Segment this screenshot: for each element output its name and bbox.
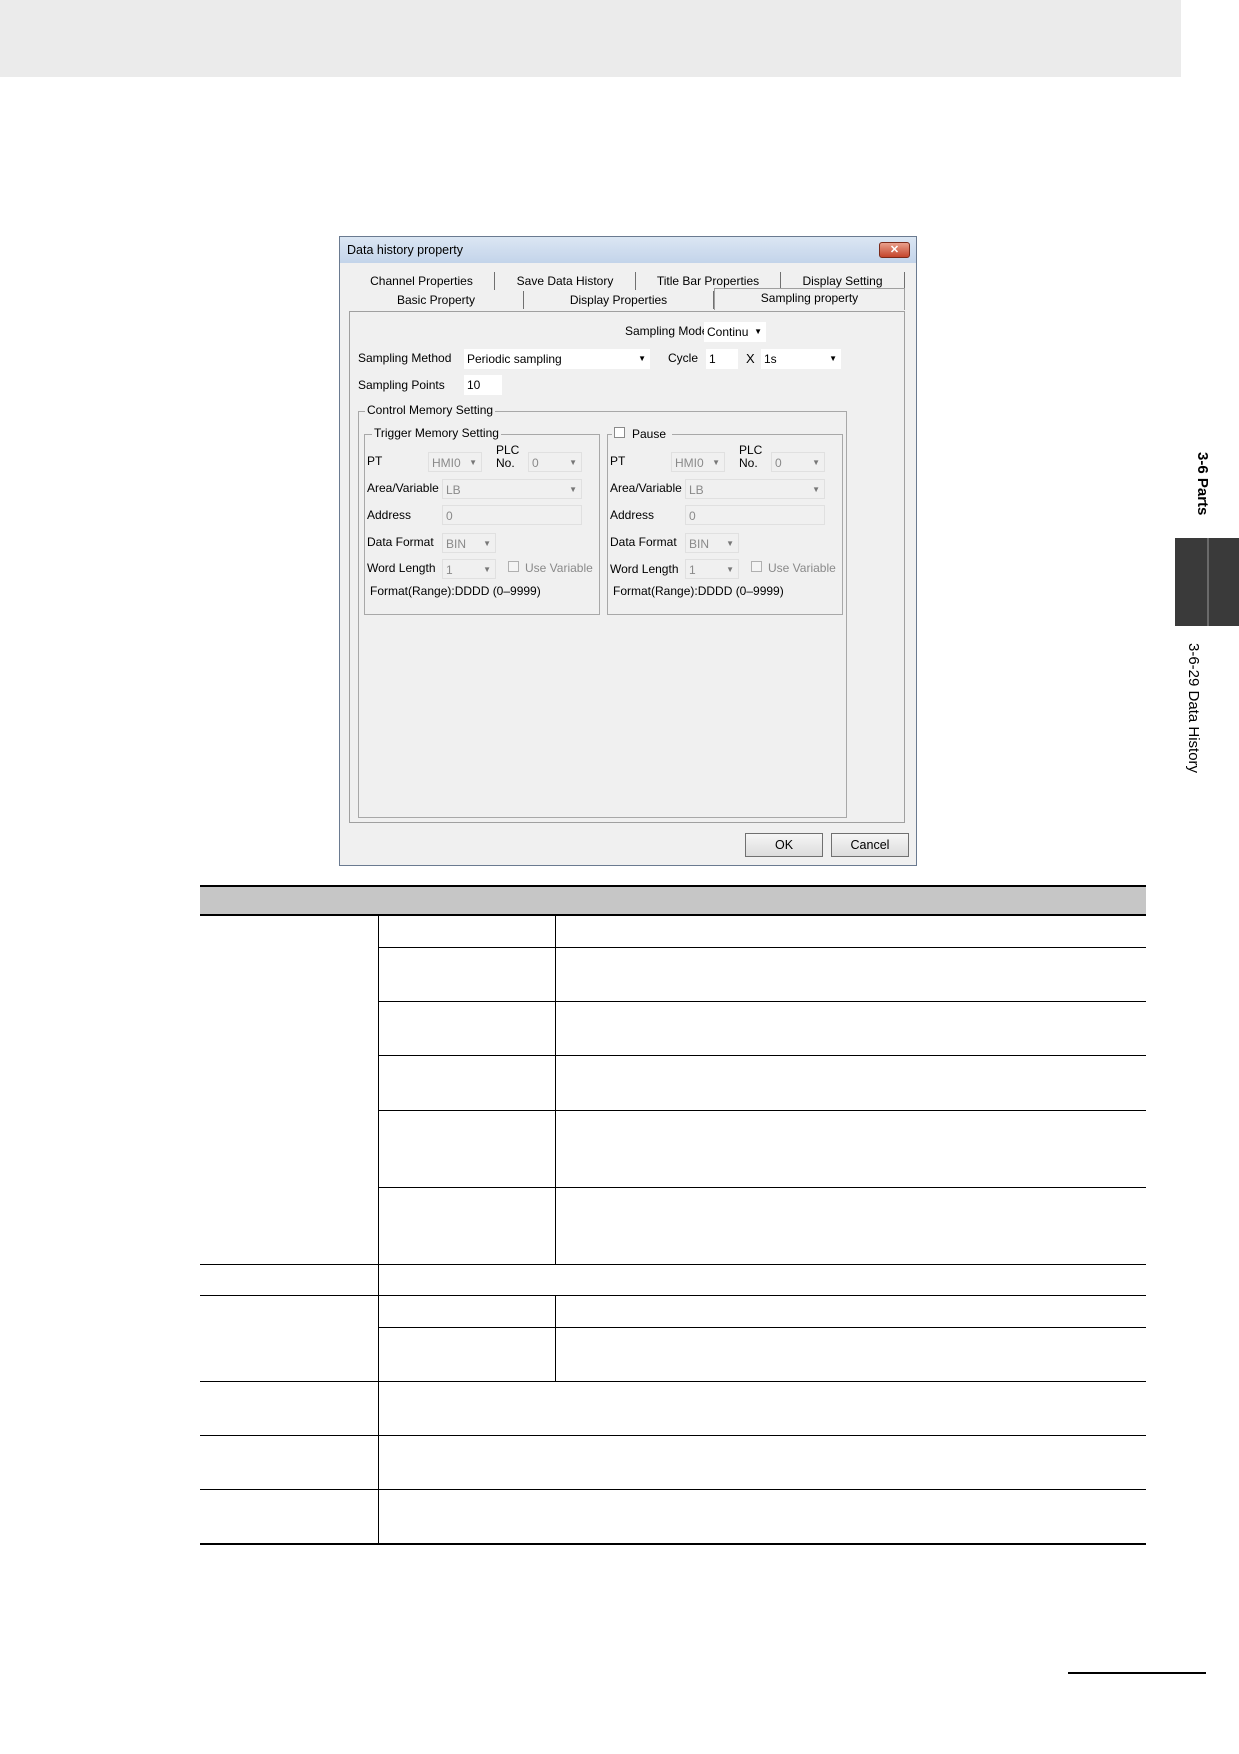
- control-memory-legend: Control Memory Setting: [365, 403, 496, 417]
- chevron-down-icon: ▼: [569, 485, 577, 494]
- table-row-divider: [200, 1264, 1146, 1265]
- cycle-input[interactable]: 1: [706, 349, 738, 369]
- chevron-down-icon: ▼: [569, 458, 577, 467]
- dialog-titlebar[interactable]: Data history property ✕: [340, 237, 916, 263]
- table-row-divider: [200, 1381, 1146, 1382]
- chevron-down-icon: ▼: [829, 354, 837, 363]
- table-row-divider: [378, 1001, 1146, 1002]
- pause-plc-label: PLC No.: [739, 443, 763, 470]
- table-bottom-rule: [200, 1543, 1146, 1545]
- sampling-mode-label: Sampling Mode: [625, 324, 709, 338]
- trigger-address-input[interactable]: 0: [442, 505, 582, 525]
- table-column-divider: [555, 1295, 556, 1381]
- pause-use-variable-checkbox[interactable]: [751, 561, 762, 572]
- pause-label: Pause: [632, 427, 667, 441]
- pause-format-label: Data Format: [610, 535, 677, 549]
- tab-save-data-history[interactable]: Save Data History: [495, 272, 636, 290]
- tab-channel-properties[interactable]: Channel Properties: [349, 272, 495, 290]
- pause-pt-label: PT: [610, 454, 626, 468]
- trigger-plc-label: PLC No.: [496, 443, 520, 470]
- trigger-use-variable-label: Use Variable: [525, 561, 593, 575]
- footer-rule: [1068, 1672, 1206, 1674]
- table-row-divider: [200, 1489, 1146, 1490]
- ok-button[interactable]: OK: [745, 833, 823, 857]
- cycle-label: Cycle: [668, 351, 699, 365]
- pause-word-label: Word Length: [610, 562, 679, 576]
- trigger-word-label: Word Length: [367, 561, 436, 575]
- pause-area-label: Area/Variable: [610, 481, 682, 495]
- chevron-down-icon: ▼: [483, 539, 491, 548]
- trigger-range: Format(Range):DDDD (0–9999): [370, 584, 541, 598]
- side-topic-label: 3-6-29 Data History: [1185, 643, 1202, 774]
- trigger-pt-label: PT: [367, 454, 383, 468]
- chevron-down-icon: ▼: [812, 458, 820, 467]
- chevron-down-icon: ▼: [483, 565, 491, 574]
- table-row-divider: [378, 1187, 1146, 1188]
- trigger-format-select[interactable]: BIN ▼: [442, 533, 496, 553]
- side-tab-divider: [1207, 538, 1209, 626]
- table-header: [200, 885, 1146, 916]
- pause-format-select[interactable]: BIN ▼: [685, 533, 739, 553]
- pause-address-input[interactable]: 0: [685, 505, 825, 525]
- table-row-divider: [200, 1435, 1146, 1436]
- trigger-plc-select[interactable]: 0 ▼: [528, 452, 582, 472]
- pause-plc-select[interactable]: 0 ▼: [771, 452, 825, 472]
- table-row-divider: [378, 1327, 1146, 1328]
- tab-row-2: Basic Property Display Properties Sampli…: [349, 288, 905, 311]
- table-row-divider: [378, 1110, 1146, 1111]
- pause-checkbox[interactable]: [614, 427, 625, 438]
- sampling-mode-select[interactable]: Continu ▼: [704, 322, 766, 342]
- tab-sampling-property[interactable]: Sampling property: [714, 288, 905, 310]
- header-band: [0, 0, 1181, 77]
- chevron-down-icon: ▼: [469, 458, 477, 467]
- chevron-down-icon: ▼: [712, 458, 720, 467]
- trigger-word-select[interactable]: 1 ▼: [442, 559, 496, 579]
- table-row-divider: [200, 1295, 1146, 1296]
- trigger-use-variable-checkbox[interactable]: [508, 561, 519, 572]
- trigger-area-label: Area/Variable: [367, 481, 439, 495]
- pause-word-select[interactable]: 1 ▼: [685, 559, 739, 579]
- chevron-down-icon: ▼: [812, 485, 820, 494]
- trigger-memory-legend: Trigger Memory Setting: [372, 426, 501, 440]
- sampling-points-input[interactable]: 10: [464, 375, 502, 395]
- cycle-unit-select[interactable]: 1s ▼: [761, 349, 841, 369]
- sampling-tab-panel: Sampling Mode Continu ▼ Sampling Method P…: [349, 311, 905, 823]
- table-column-divider: [555, 916, 556, 1264]
- trigger-format-label: Data Format: [367, 535, 434, 549]
- sampling-points-label: Sampling Points: [358, 378, 445, 392]
- sampling-method-select[interactable]: Periodic sampling ▼: [464, 349, 650, 369]
- close-button[interactable]: ✕: [879, 242, 910, 258]
- tab-display-properties[interactable]: Display Properties: [524, 291, 714, 309]
- trigger-pt-select[interactable]: HMI0 ▼: [428, 452, 482, 472]
- pause-legend: Pause: [612, 425, 672, 441]
- table-row-divider: [378, 1055, 1146, 1056]
- pause-address-label: Address: [610, 508, 655, 522]
- trigger-area-select[interactable]: LB ▼: [442, 479, 582, 499]
- pause-range: Format(Range):DDDD (0–9999): [613, 584, 784, 598]
- side-section-label: 3-6 Parts: [1194, 452, 1211, 516]
- pause-pt-select[interactable]: HMI0 ▼: [671, 452, 725, 472]
- cancel-button[interactable]: Cancel: [831, 833, 909, 857]
- chevron-down-icon: ▼: [638, 354, 646, 363]
- trigger-address-label: Address: [367, 508, 412, 522]
- tab-basic-property[interactable]: Basic Property: [349, 291, 524, 309]
- data-history-dialog: Data history property ✕ Channel Properti…: [339, 236, 917, 866]
- pause-use-variable-label: Use Variable: [768, 561, 836, 575]
- close-icon: ✕: [889, 244, 900, 256]
- chevron-down-icon: ▼: [754, 327, 762, 336]
- pause-area-select[interactable]: LB ▼: [685, 479, 825, 499]
- table-row-divider: [378, 947, 1146, 948]
- chevron-down-icon: ▼: [726, 539, 734, 548]
- table-column-divider: [378, 916, 379, 1543]
- sampling-method-label: Sampling Method: [358, 351, 452, 365]
- chevron-down-icon: ▼: [726, 565, 734, 574]
- dialog-title: Data history property: [347, 243, 464, 257]
- cycle-multiplier: X: [746, 351, 755, 366]
